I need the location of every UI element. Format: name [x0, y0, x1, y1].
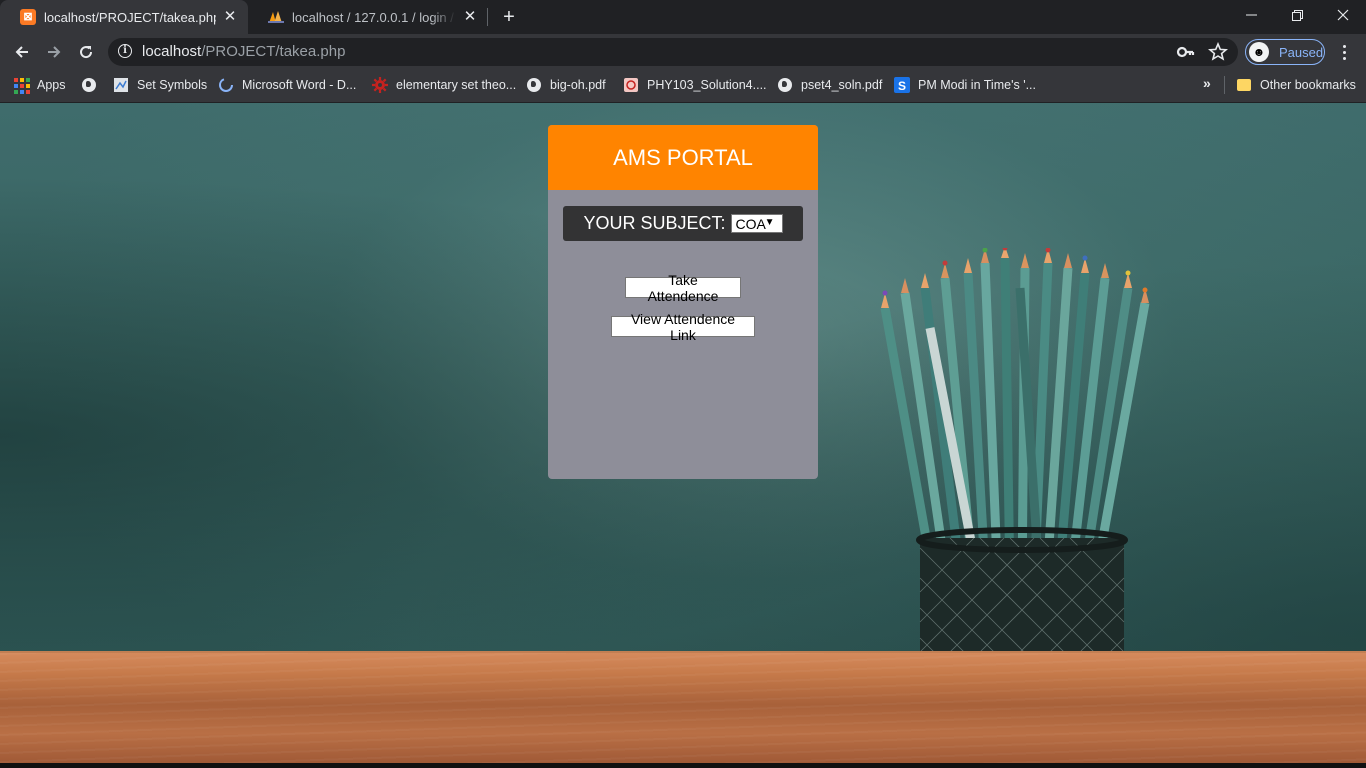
- bookmark-microsoft-word[interactable]: Microsoft Word - D...: [218, 76, 356, 94]
- reload-icon: [80, 46, 93, 59]
- avatar-icon: ☻: [1249, 42, 1269, 62]
- tab-title: localhost / 127.0.0.1 / login / student: [292, 9, 456, 25]
- forward-button[interactable]: [40, 38, 68, 66]
- bookmark-elementary-set-theory[interactable]: elementary set theo...: [372, 76, 516, 94]
- pencil-cup-image: [880, 248, 1150, 668]
- restore-icon: [1291, 9, 1303, 21]
- folder-icon: [1236, 77, 1252, 93]
- bookmark-star-icon[interactable]: [1207, 41, 1229, 62]
- restore-button[interactable]: [1274, 0, 1320, 30]
- phpmyadmin-favicon-icon: [268, 9, 284, 25]
- apps-icon: [13, 77, 30, 94]
- reload-button[interactable]: [72, 38, 100, 66]
- bookmark-pset4[interactable]: pset4_soln.pdf: [777, 76, 882, 94]
- page-icon: [113, 77, 129, 93]
- close-tab-icon[interactable]: ✕: [462, 9, 478, 25]
- take-attendance-button[interactable]: Take Attendence: [625, 272, 741, 304]
- profile-status: Paused: [1279, 44, 1324, 60]
- globe-icon: [81, 77, 97, 93]
- globe-icon: [777, 77, 793, 93]
- subject-select-value: COA: [735, 215, 766, 232]
- xampp-favicon-icon: ⊠: [20, 9, 36, 25]
- close-window-button[interactable]: [1320, 0, 1366, 30]
- bookmark-apps[interactable]: Apps: [13, 76, 66, 94]
- globe-icon: [526, 77, 542, 93]
- desk-grain: [0, 653, 1366, 768]
- svg-text:S: S: [898, 79, 906, 93]
- pdf-icon: [623, 77, 639, 93]
- subject-label: YOUR SUBJECT:: [583, 213, 726, 233]
- tab-phpmyadmin[interactable]: localhost / 127.0.0.1 / login / student …: [248, 0, 488, 34]
- tab-title: localhost/PROJECT/takea.php: [44, 9, 216, 25]
- subject-select[interactable]: COA ▼: [730, 214, 783, 233]
- bottom-strip: [0, 763, 1366, 768]
- portal-title: AMS PORTAL: [548, 125, 818, 190]
- dropdown-arrow-icon: ▼: [764, 217, 775, 228]
- profile-button[interactable]: ☻ Paused: [1245, 39, 1325, 65]
- back-button[interactable]: [8, 38, 36, 66]
- forward-arrow-icon: [48, 46, 61, 58]
- minimize-button[interactable]: [1228, 0, 1274, 30]
- password-key-icon[interactable]: [1176, 43, 1196, 61]
- more-bookmarks-icon[interactable]: »: [1203, 75, 1211, 91]
- bookmark-big-oh[interactable]: big-oh.pdf: [526, 76, 606, 94]
- loading-icon: [218, 77, 234, 93]
- new-tab-button[interactable]: +: [498, 6, 520, 28]
- close-icon: [1337, 9, 1349, 21]
- minimize-icon: [1245, 14, 1257, 16]
- gear-icon: [372, 77, 388, 93]
- tab-separator: [487, 8, 488, 26]
- tab-takea[interactable]: ⊠ localhost/PROJECT/takea.php ✕: [0, 0, 248, 34]
- url-text[interactable]: localhost/PROJECT/takea.php: [142, 43, 345, 61]
- bookmark-globe[interactable]: [81, 76, 105, 94]
- bookmarks-separator: [1224, 76, 1225, 94]
- close-tab-icon[interactable]: ✕: [222, 9, 238, 25]
- s-icon: S: [894, 77, 910, 93]
- view-attendance-link-button[interactable]: View Attendence Link: [611, 311, 755, 343]
- bookmark-pm-modi[interactable]: S PM Modi in Time's '...: [894, 76, 1036, 94]
- bookmark-phy103[interactable]: PHY103_Solution4....: [623, 76, 767, 94]
- browser-menu-icon[interactable]: [1336, 40, 1352, 64]
- bookmark-other[interactable]: Other bookmarks: [1236, 76, 1356, 94]
- bookmark-set-symbols[interactable]: Set Symbols: [113, 76, 207, 94]
- subject-selector-bar: YOUR SUBJECT: COA ▼: [563, 206, 803, 241]
- back-arrow-icon: [15, 46, 28, 58]
- site-info-icon[interactable]: i: [118, 44, 132, 58]
